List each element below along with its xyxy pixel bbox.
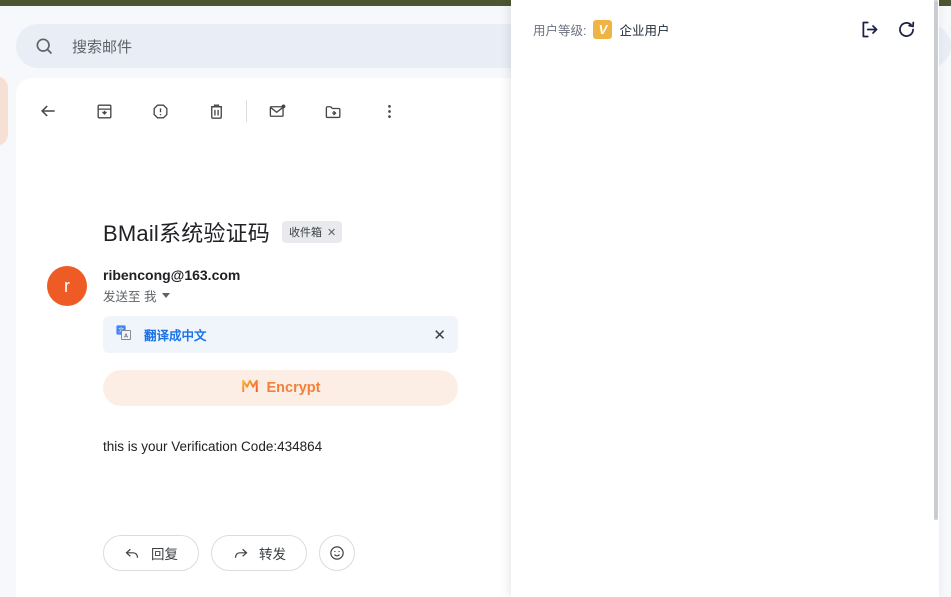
- more-options-icon[interactable]: [369, 91, 409, 131]
- sender-recipients-text: 发送至 我: [103, 290, 157, 304]
- translate-link[interactable]: 翻译成中文: [144, 325, 207, 344]
- label-chip-inbox[interactable]: 收件箱 ✕: [282, 221, 343, 243]
- forward-button[interactable]: 转发: [211, 535, 307, 571]
- encrypt-button[interactable]: Encrypt: [103, 370, 458, 406]
- screen: 搜索邮件 BMail系统验证码 收件箱 ✕ r ribencong@163.co…: [0, 0, 951, 597]
- reply-icon: [125, 548, 139, 558]
- mail-actions: 回复 转发: [103, 535, 355, 571]
- emoji-button[interactable]: [319, 535, 355, 571]
- move-to-folder-icon[interactable]: [313, 91, 353, 131]
- mark-unread-icon[interactable]: [257, 91, 297, 131]
- sender-block: ribencong@163.com 发送至 我: [103, 267, 240, 305]
- panel-header-actions: [859, 19, 917, 40]
- toolbar-divider: [246, 100, 247, 122]
- forward-label: 转发: [259, 547, 286, 562]
- page-title: BMail系统验证码: [103, 221, 271, 246]
- sender-email: ribencong@163.com: [103, 267, 241, 283]
- translate-bar: 文 A 翻译成中文 ✕: [103, 316, 458, 353]
- vip-badge-icon: V: [593, 19, 613, 39]
- mail-body-text: this is your Verification Code:434864: [103, 439, 323, 454]
- panel-scrollbar-thumb[interactable]: [934, 0, 938, 520]
- subject-row: BMail系统验证码 收件箱 ✕: [103, 216, 343, 248]
- search-icon: [34, 36, 54, 56]
- archive-icon[interactable]: [84, 91, 124, 131]
- forward-icon: [234, 548, 248, 558]
- encrypt-label: Encrypt: [266, 380, 321, 396]
- bmail-extension-panel: 用户等级: V 企业用户 Address: BMosv9sni68L1TsKge…: [511, 0, 939, 597]
- report-spam-icon[interactable]: [140, 91, 180, 131]
- delete-icon[interactable]: [196, 91, 236, 131]
- emoji-icon: [330, 546, 344, 560]
- back-icon[interactable]: [28, 91, 68, 131]
- user-level-value: 企业用户: [619, 23, 670, 38]
- svg-text:A: A: [124, 333, 128, 339]
- reply-button[interactable]: 回复: [103, 535, 199, 571]
- label-chip-text: 收件箱: [289, 227, 323, 239]
- panel-scrollbar-track[interactable]: [933, 0, 939, 597]
- bmail-logo-icon: [241, 377, 259, 400]
- avatar: r: [47, 266, 87, 306]
- left-pane-sliver: [0, 76, 8, 146]
- chevron-down-icon[interactable]: [162, 293, 171, 298]
- user-level-label: 用户等级:: [533, 23, 587, 38]
- label-chip-remove-icon[interactable]: ✕: [327, 226, 336, 239]
- sender-recipients[interactable]: 发送至 我: [103, 286, 240, 305]
- panel-header: 用户等级: V 企业用户: [533, 16, 917, 42]
- close-icon[interactable]: ✕: [433, 326, 446, 344]
- search-input[interactable]: 搜索邮件: [72, 36, 132, 57]
- translate-icon: 文 A: [115, 324, 132, 346]
- refresh-icon[interactable]: [896, 19, 917, 40]
- reply-label: 回复: [151, 547, 178, 562]
- logout-icon[interactable]: [859, 19, 880, 40]
